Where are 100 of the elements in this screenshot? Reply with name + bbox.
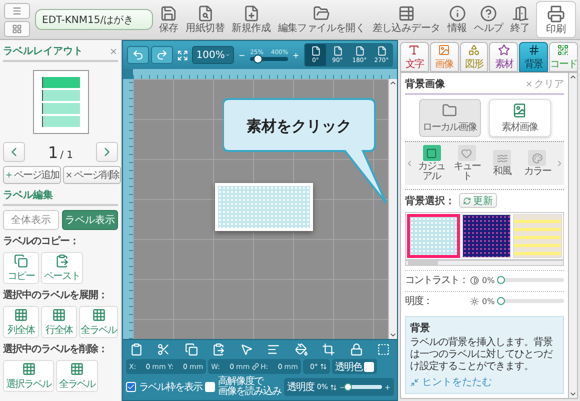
panel-tab[interactable]: 文字 bbox=[400, 42, 429, 72]
x-icon bbox=[525, 80, 533, 88]
panel-tab[interactable]: 背景 bbox=[519, 42, 548, 72]
merge-data-button[interactable]: 差し込みデータ bbox=[371, 5, 442, 34]
plus-icon[interactable] bbox=[384, 384, 391, 390]
file-name-field[interactable]: EDT-KNM15/はがき bbox=[35, 9, 153, 30]
paste-button[interactable]: ペースト bbox=[41, 252, 83, 284]
copy-icon bbox=[14, 254, 28, 268]
arrow-up-icon[interactable] bbox=[569, 73, 577, 81]
add-page-button[interactable]: ページ追加 bbox=[3, 166, 61, 184]
save-button[interactable]: 保存 bbox=[158, 5, 180, 34]
crop-icon[interactable] bbox=[322, 343, 336, 356]
check-icon bbox=[127, 383, 135, 391]
redo-button[interactable] bbox=[151, 46, 173, 64]
info-button[interactable]: 情報 bbox=[446, 5, 468, 34]
panel-title: ラベルレイアウト bbox=[3, 45, 83, 58]
grid-view-button[interactable] bbox=[4, 20, 30, 36]
copy-icon[interactable] bbox=[184, 343, 198, 356]
checkbox[interactable] bbox=[126, 382, 136, 392]
slider-thumb[interactable] bbox=[344, 383, 352, 391]
arrow-up-icon[interactable] bbox=[389, 79, 397, 87]
paint-bucket-icon[interactable] bbox=[294, 343, 308, 356]
arrow-down-icon[interactable] bbox=[389, 331, 397, 339]
scrollbar[interactable] bbox=[405, 260, 564, 266]
view-toggle-button[interactable]: ラベル表示 bbox=[62, 210, 118, 230]
collapse-hint-link[interactable]: ヒントをたたむ bbox=[410, 375, 559, 389]
previous-page-button[interactable] bbox=[3, 142, 25, 162]
view-toggle-button[interactable]: 全体表示 bbox=[3, 210, 59, 230]
print-button[interactable]: 印刷 bbox=[536, 1, 576, 38]
paste-icon[interactable] bbox=[212, 343, 226, 356]
layer-icon[interactable] bbox=[376, 343, 390, 356]
panel-tab[interactable]: 図形 bbox=[460, 42, 488, 72]
next-icon[interactable] bbox=[555, 159, 564, 168]
label-thumbnail[interactable] bbox=[42, 116, 80, 127]
collapse-icon bbox=[410, 378, 419, 386]
redo-icon bbox=[156, 49, 168, 61]
menu-button[interactable] bbox=[4, 2, 30, 18]
panel-tab[interactable]: コード bbox=[548, 42, 578, 72]
label-grid-button[interactable]: 行全体 bbox=[41, 306, 77, 338]
design-canvas[interactable]: 素材をクリック bbox=[133, 79, 388, 339]
label-thumbnail[interactable] bbox=[42, 77, 80, 88]
label-thumbnail[interactable] bbox=[42, 90, 80, 101]
fit-icon[interactable] bbox=[177, 48, 188, 62]
label-grid-button[interactable]: 全ラベル bbox=[79, 306, 118, 338]
slider-thumb[interactable] bbox=[497, 297, 505, 305]
exit-button[interactable]: 終了 bbox=[510, 5, 531, 34]
label-grid-button[interactable]: 選択ラベル bbox=[3, 360, 54, 392]
next-page-button[interactable] bbox=[96, 142, 118, 162]
category-button[interactable]: カラー bbox=[520, 150, 555, 177]
contrast-icon bbox=[470, 276, 479, 284]
paper-switch-button[interactable]: 用紙切替 bbox=[184, 5, 226, 34]
label-grid-button[interactable]: 全ラベル bbox=[56, 360, 98, 392]
qr-code-icon bbox=[557, 44, 570, 56]
callout-text: 素材をクリック bbox=[246, 117, 352, 135]
label-thumbnail[interactable] bbox=[42, 103, 80, 114]
close-icon[interactable] bbox=[109, 46, 118, 56]
spinner-icon[interactable] bbox=[320, 363, 327, 370]
zoom-in-icon[interactable] bbox=[292, 50, 300, 60]
checkbox-label: 画像を読み込み bbox=[218, 387, 281, 397]
panel-tab[interactable]: 素材 bbox=[489, 42, 518, 72]
category-button[interactable]: キュート bbox=[449, 145, 484, 182]
category-button[interactable]: カジュアル bbox=[414, 145, 450, 182]
lock-icon[interactable] bbox=[350, 343, 362, 356]
scrollbar[interactable] bbox=[388, 79, 397, 339]
align-icon[interactable] bbox=[267, 343, 280, 356]
new-button[interactable]: 新規作成 bbox=[230, 5, 272, 34]
previous-icon[interactable] bbox=[405, 159, 414, 168]
checkbox[interactable] bbox=[205, 382, 215, 392]
pointer-icon[interactable] bbox=[240, 343, 253, 356]
arrow-down-icon[interactable] bbox=[569, 390, 577, 398]
pattern-thumbnail[interactable] bbox=[407, 214, 460, 258]
undo-button[interactable] bbox=[127, 46, 149, 64]
refresh-icon bbox=[463, 196, 471, 204]
category-button[interactable]: 和風 bbox=[484, 150, 520, 177]
checkbox[interactable] bbox=[364, 362, 374, 372]
delete-page-button[interactable]: ページ削除 bbox=[63, 166, 121, 184]
refresh-button[interactable]: 更新 bbox=[459, 193, 497, 208]
group-title: 選択中のラベルを削除： bbox=[3, 342, 108, 356]
help-button[interactable]: ヘルプ bbox=[473, 5, 504, 34]
spinner-icon[interactable] bbox=[330, 384, 337, 390]
scrollbar[interactable] bbox=[568, 73, 577, 398]
clipboard-icon[interactable] bbox=[130, 343, 143, 356]
adjustment-value: 0% bbox=[482, 296, 496, 306]
link-icon[interactable] bbox=[252, 363, 259, 370]
copy-button[interactable]: コピー bbox=[3, 252, 39, 284]
x-icon bbox=[65, 171, 73, 179]
page-total: / 1 bbox=[60, 150, 74, 160]
source-button[interactable]: ローカル画像 bbox=[418, 99, 480, 137]
label-grid-button[interactable]: 列全体 bbox=[3, 306, 39, 338]
slider-thumb[interactable] bbox=[253, 54, 262, 64]
zoom-slider[interactable] bbox=[250, 57, 288, 61]
letter-icon bbox=[408, 44, 420, 56]
menu-icon bbox=[12, 6, 22, 16]
open-button[interactable]: 編集ファイルを開く bbox=[276, 5, 366, 34]
source-button[interactable]: 素材画像 bbox=[488, 99, 550, 137]
clear-button[interactable]: クリア bbox=[525, 77, 564, 91]
scissors-icon[interactable] bbox=[157, 343, 170, 356]
zoom-select[interactable]: 100% bbox=[192, 46, 234, 64]
slider-thumb[interactable] bbox=[497, 276, 505, 284]
hint-text: ラベルの背景を挿入します。背景は一つのラベルに対してひとつだけ設定することができます。 bbox=[410, 337, 554, 373]
